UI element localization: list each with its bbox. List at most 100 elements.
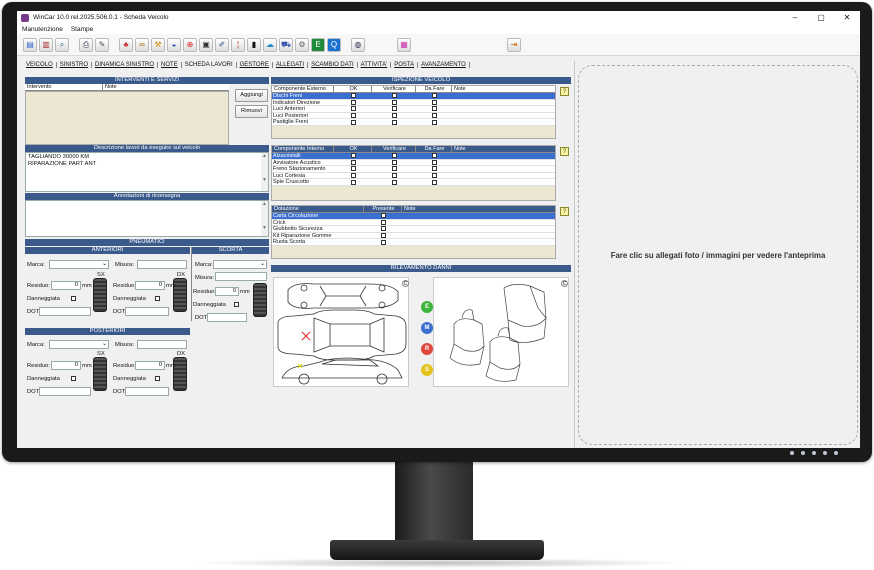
esterno-checkbox[interactable] xyxy=(351,119,356,125)
esterno-checkbox[interactable] xyxy=(392,93,397,99)
interno-checkbox[interactable] xyxy=(392,173,397,179)
marca-scorta-select[interactable]: ⌄ xyxy=(213,260,267,269)
marca-ant-select[interactable]: ⌄ xyxy=(49,260,109,269)
disk-icon[interactable]: ◍ xyxy=(351,37,365,52)
remove-intervento-button[interactable]: Rimuovi xyxy=(235,105,268,118)
tab-gestore[interactable]: GESTORE xyxy=(237,62,273,68)
residuo-scorta-input[interactable]: 0 xyxy=(215,287,239,296)
damage-type-m-button[interactable]: M xyxy=(421,322,433,334)
cloud-icon[interactable]: ☁ xyxy=(263,37,277,52)
help-interno-icon[interactable]: ? xyxy=(560,147,569,156)
esterno-row[interactable]: Luci Anteriori xyxy=(272,106,555,113)
danneggiata-scorta-checkbox[interactable] xyxy=(234,302,239,307)
tab-sinistro[interactable]: SINISTRO xyxy=(57,62,93,68)
interno-checkbox[interactable] xyxy=(351,173,356,179)
tab-attivita[interactable]: ATTIVITA' xyxy=(358,62,392,68)
esterno-checkbox[interactable] xyxy=(392,119,397,125)
tools-icon[interactable]: ∞ xyxy=(135,37,149,52)
exit-icon[interactable]: ⇥ xyxy=(507,37,521,52)
esterno-checkbox[interactable] xyxy=(351,113,356,119)
esterno-checkbox[interactable] xyxy=(432,106,437,112)
car-damage-diagram[interactable]: C xyxy=(273,277,409,387)
dotazione-checkbox[interactable] xyxy=(381,226,386,232)
esterno-row[interactable]: Pastiglie Freni xyxy=(272,119,555,126)
dotazione-row[interactable]: Kit Riparazione Gomme xyxy=(272,232,555,240)
esterno-checkbox[interactable] xyxy=(432,99,437,105)
tab-dinamica-sinistro[interactable]: DINAMICA SINISTRO xyxy=(92,62,159,68)
interno-row[interactable]: Luci Cortesia xyxy=(272,172,555,180)
esterno-checkbox[interactable] xyxy=(432,93,437,99)
esterno-checkbox[interactable] xyxy=(351,99,356,105)
descrizione-textarea[interactable]: TAGLIANDO 30000 KM RIPARAZIONE PART ANT … xyxy=(25,152,269,192)
q-icon[interactable]: Q xyxy=(327,37,341,52)
esterno-checkbox[interactable] xyxy=(432,119,437,125)
interno-checkbox[interactable] xyxy=(432,153,437,159)
annotazioni-textarea[interactable]: ▲ ▼ xyxy=(25,200,269,237)
interventi-list[interactable] xyxy=(25,91,229,145)
marca-post-select[interactable]: ⌄ xyxy=(49,340,109,349)
dotazione-checkbox[interactable] xyxy=(381,233,386,239)
interno-checkbox[interactable] xyxy=(432,159,437,165)
damage-type-e-button[interactable]: E xyxy=(421,301,433,313)
close-button[interactable]: ✕ xyxy=(834,13,860,22)
add-intervento-button[interactable]: Aggiungi xyxy=(235,89,268,102)
interno-checkbox[interactable] xyxy=(351,179,356,185)
esterno-row[interactable]: Luci Posteriori xyxy=(272,112,555,120)
tab-veicolo[interactable]: VEICOLO xyxy=(23,62,57,68)
residuo-post-dx-input[interactable]: 0 xyxy=(135,361,165,370)
print-icon[interactable]: ⎙ xyxy=(79,37,93,52)
help-dotazione-icon[interactable]: ? xyxy=(560,207,569,216)
clear-diagram-button[interactable]: C xyxy=(402,280,409,287)
interno-row[interactable]: Avvisatore Acustico xyxy=(272,159,555,167)
damage-type-r-button[interactable]: R xyxy=(421,343,433,355)
open-doc-icon[interactable]: ▥ xyxy=(39,37,53,52)
esterno-row[interactable]: Dischi Freni xyxy=(272,93,555,100)
search-doc-icon[interactable]: ⌕ xyxy=(55,37,69,52)
tag-icon[interactable]: ¦ xyxy=(231,37,245,52)
minimize-button[interactable]: – xyxy=(782,13,808,22)
help-esterno-icon[interactable]: ? xyxy=(560,87,569,96)
tab-scambio-dati[interactable]: SCAMBIO DATI xyxy=(308,62,358,68)
esterno-checkbox[interactable] xyxy=(392,99,397,105)
excel-icon[interactable]: E xyxy=(311,37,325,52)
danneggiata-post-dx-checkbox[interactable] xyxy=(155,376,160,381)
misura-ant-input[interactable] xyxy=(137,260,187,269)
damage-type-s-button[interactable]: S xyxy=(421,364,433,376)
residuo-post-sx-input[interactable]: 0 xyxy=(51,361,81,370)
esterno-checkbox[interactable] xyxy=(351,93,356,99)
esterno-checkbox[interactable] xyxy=(432,113,437,119)
dot-ant-dx-input[interactable] xyxy=(125,307,169,316)
seat-damage-diagram[interactable]: C xyxy=(433,277,569,387)
tab-avanzamento[interactable]: AVANZAMENTO xyxy=(418,62,470,68)
interno-checkbox[interactable] xyxy=(351,166,356,172)
target-icon[interactable]: ⊕ xyxy=(183,37,197,52)
dotazione-row[interactable]: Carta Circolazione xyxy=(272,213,555,220)
dotazione-row[interactable]: Giubbotto Sicurezza xyxy=(272,226,555,233)
mobile-icon[interactable]: ▮ xyxy=(247,37,261,52)
tab-posta[interactable]: POSTA xyxy=(391,62,419,68)
esterno-checkbox[interactable] xyxy=(351,106,356,112)
residuo-ant-sx-input[interactable]: 0 xyxy=(51,281,81,290)
dotazione-row[interactable]: Ruota Scorta xyxy=(272,239,555,246)
dot-post-dx-input[interactable] xyxy=(125,387,169,396)
photo-icon[interactable]: ▦ xyxy=(397,37,411,52)
pencil-icon[interactable]: ✐ xyxy=(215,37,229,52)
interno-checkbox[interactable] xyxy=(351,153,356,159)
danneggiata-ant-sx-checkbox[interactable] xyxy=(71,296,76,301)
interno-row[interactable]: Alzacristalli xyxy=(272,153,555,160)
wrench-icon[interactable]: ⚒ xyxy=(151,37,165,52)
dot-ant-sx-input[interactable] xyxy=(39,307,91,316)
tab-note[interactable]: NOTE xyxy=(158,62,182,68)
menu-stampe[interactable]: Stampe xyxy=(71,26,93,33)
dot-scorta-input[interactable] xyxy=(207,313,247,322)
interno-row[interactable]: Spie Cruscotto xyxy=(272,179,555,186)
tab-allegati[interactable]: ALLEGATI xyxy=(273,62,309,68)
dotazione-checkbox[interactable] xyxy=(381,213,386,219)
image-preview-area[interactable]: Fare clic su allegati foto / immagini pe… xyxy=(578,65,858,445)
interno-checkbox[interactable] xyxy=(432,166,437,172)
dotazione-checkbox[interactable] xyxy=(381,239,386,245)
tab-scheda-lavori[interactable]: SCHEDA LAVORI xyxy=(182,62,237,68)
interno-checkbox[interactable] xyxy=(432,173,437,179)
car-icon[interactable]: ◒ xyxy=(167,37,181,52)
interno-checkbox[interactable] xyxy=(392,166,397,172)
